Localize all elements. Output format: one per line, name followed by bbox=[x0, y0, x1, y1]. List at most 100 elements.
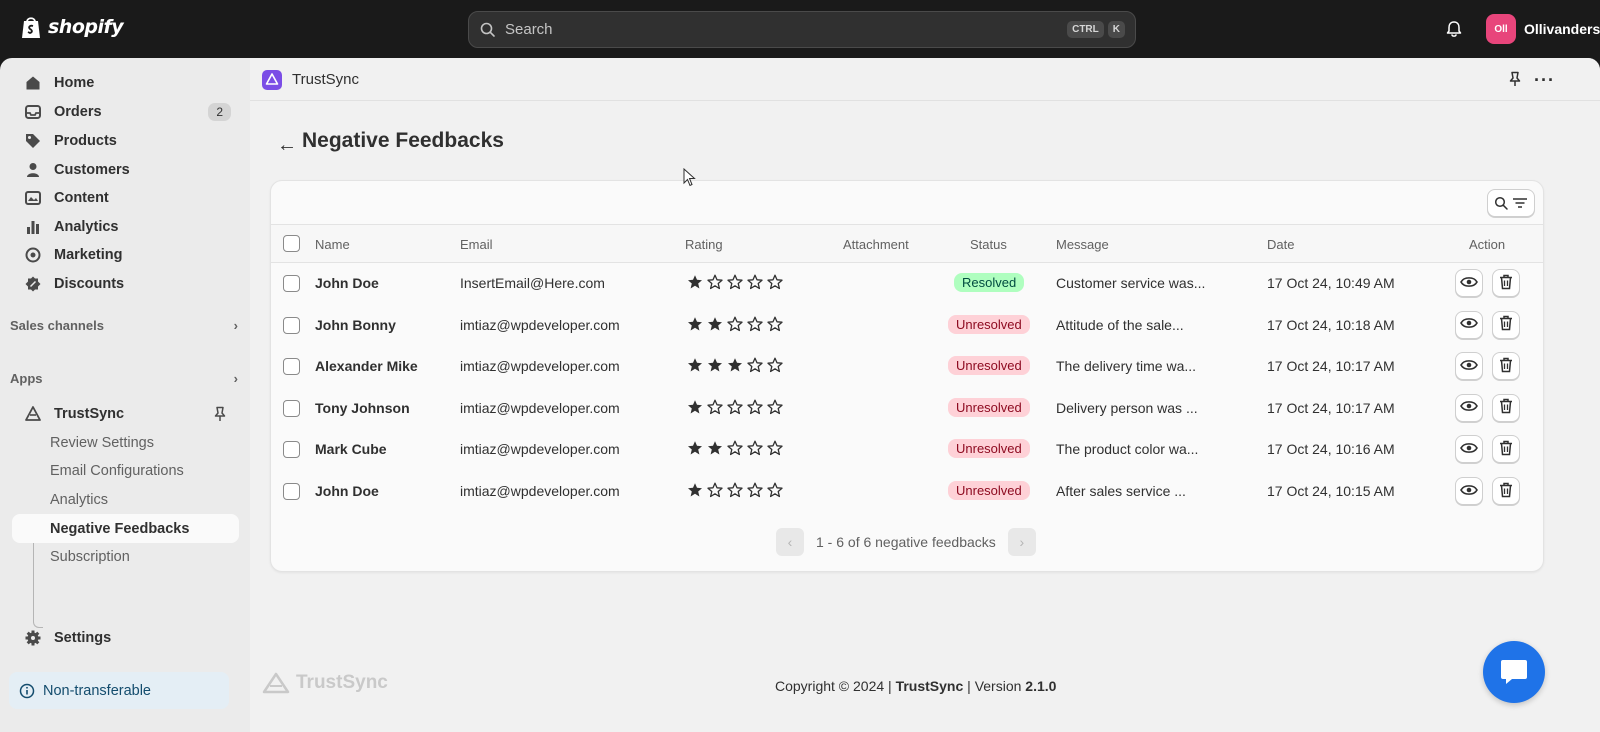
status-badge: Unresolved bbox=[948, 439, 1030, 459]
cell-name: Alexander Mike bbox=[315, 358, 418, 375]
table-row[interactable]: Alexander Mike imtiaz@wpdeveloper.com Unre… bbox=[271, 346, 1543, 387]
column-header-status[interactable]: Status bbox=[970, 237, 1007, 252]
delete-button[interactable] bbox=[1492, 435, 1520, 464]
row-checkbox[interactable] bbox=[283, 399, 300, 417]
cell-date: 17 Oct 24, 10:49 AM bbox=[1267, 275, 1395, 291]
footer-logo-text: TrustSync bbox=[296, 672, 388, 693]
sidebar-item-products[interactable]: Products bbox=[12, 126, 239, 155]
cell-name: Tony Johnson bbox=[315, 399, 410, 416]
star-empty-icon bbox=[767, 316, 783, 331]
delete-button[interactable] bbox=[1492, 477, 1520, 505]
chat-button[interactable] bbox=[1483, 641, 1545, 703]
sales-channels-section[interactable]: Sales channels › bbox=[10, 318, 238, 333]
star-empty-icon bbox=[707, 274, 723, 290]
column-header-name[interactable]: Name bbox=[315, 237, 350, 252]
app-title: TrustSync bbox=[292, 71, 359, 88]
view-button[interactable] bbox=[1455, 352, 1483, 381]
view-button[interactable] bbox=[1455, 310, 1483, 339]
sidebar-subitem-email-configurations[interactable]: Email Configurations bbox=[12, 456, 239, 485]
cell-email: imtiaz@wpdeveloper.com bbox=[460, 483, 620, 499]
search-filter-button[interactable] bbox=[1487, 189, 1535, 217]
sidebar-subitem-analytics[interactable]: Analytics bbox=[12, 485, 239, 514]
column-header-message[interactable]: Message bbox=[1056, 237, 1109, 252]
sidebar-item-label: TrustSync bbox=[54, 405, 125, 422]
sidebar-item-content[interactable]: Content bbox=[12, 183, 239, 212]
sidebar-subitem-review-settings[interactable]: Review Settings bbox=[12, 428, 239, 457]
sidebar-item-label: Content bbox=[54, 189, 109, 206]
star-empty-icon bbox=[767, 357, 783, 373]
star-empty-icon bbox=[747, 274, 763, 290]
previous-page-button[interactable]: ‹ bbox=[776, 528, 804, 556]
row-checkbox[interactable] bbox=[283, 316, 300, 334]
sidebar-item-marketing[interactable]: Marketing bbox=[12, 240, 239, 269]
sidebar-item-home[interactable]: Home bbox=[12, 68, 239, 97]
sidebar-item-customers[interactable]: Customers bbox=[12, 155, 239, 184]
next-page-button[interactable]: › bbox=[1007, 528, 1036, 556]
sidebar-item-trustsync[interactable]: TrustSync bbox=[12, 399, 239, 428]
column-header-email[interactable]: Email bbox=[460, 237, 493, 252]
target-icon bbox=[25, 247, 41, 262]
sidebar-item-analytics[interactable]: Analytics bbox=[12, 212, 239, 241]
shopify-logo[interactable]: shopify bbox=[20, 14, 124, 40]
cell-email: InsertEmail@Here.com bbox=[460, 275, 605, 291]
delete-button[interactable] bbox=[1492, 269, 1520, 297]
star-filled-icon bbox=[688, 483, 702, 497]
view-button[interactable] bbox=[1455, 269, 1483, 297]
sidebar-item-orders[interactable]: Orders 2 bbox=[12, 97, 239, 126]
status-badge: Unresolved bbox=[948, 356, 1030, 376]
star-filled-icon bbox=[688, 399, 702, 414]
sidebar-item-label: Home bbox=[54, 74, 95, 91]
table-row[interactable]: Mark Cube imtiaz@wpdeveloper.com Unresolve… bbox=[271, 429, 1543, 470]
bell-icon[interactable] bbox=[1444, 19, 1464, 39]
view-button[interactable] bbox=[1455, 393, 1483, 422]
mouse-cursor-icon bbox=[683, 168, 696, 187]
cell-date: 17 Oct 24, 10:18 AM bbox=[1267, 316, 1395, 333]
content-icon bbox=[25, 190, 41, 205]
cell-date: 17 Oct 24, 10:17 AM bbox=[1267, 399, 1395, 416]
cell-message: Delivery person was ... bbox=[1056, 399, 1198, 416]
row-checkbox[interactable] bbox=[283, 275, 300, 292]
non-transferable-banner[interactable]: Non-transferable bbox=[9, 672, 229, 709]
table-row[interactable]: Tony Johnson imtiaz@wpdeveloper.com Unreso… bbox=[271, 388, 1543, 429]
delete-button[interactable] bbox=[1492, 310, 1520, 339]
view-button[interactable] bbox=[1455, 477, 1483, 505]
pin-icon[interactable] bbox=[213, 406, 227, 422]
search-icon bbox=[1494, 196, 1508, 210]
back-arrow-icon[interactable]: ← bbox=[277, 134, 297, 157]
more-actions-icon[interactable]: ··· bbox=[1534, 70, 1555, 91]
table-toolbar bbox=[271, 181, 1543, 225]
star-empty-icon bbox=[767, 399, 783, 414]
select-all-checkbox[interactable] bbox=[283, 235, 300, 252]
view-button[interactable] bbox=[1455, 435, 1483, 464]
star-filled-icon bbox=[708, 358, 722, 372]
table-row[interactable]: John Doe imtiaz@wpdeveloper.com Unresolved… bbox=[271, 471, 1543, 512]
eye-icon bbox=[1460, 358, 1478, 375]
sidebar-item-discounts[interactable]: Discounts bbox=[12, 269, 239, 298]
trustsync-icon bbox=[25, 405, 41, 421]
row-checkbox[interactable] bbox=[283, 358, 300, 376]
sidebar-item-label: Customers bbox=[54, 161, 130, 178]
non-transferable-label: Non-transferable bbox=[43, 682, 151, 699]
table-row[interactable]: John Doe InsertEmail@Here.com Resolved Cust… bbox=[271, 263, 1543, 304]
row-checkbox[interactable] bbox=[283, 441, 300, 459]
table-row[interactable]: John Bonny imtiaz@wpdeveloper.com Unresolv… bbox=[271, 305, 1543, 346]
orders-count-badge: 2 bbox=[208, 102, 231, 121]
shortcut-ctrl: CTRL bbox=[1067, 21, 1104, 38]
pin-icon[interactable] bbox=[1508, 71, 1522, 87]
delete-button[interactable] bbox=[1492, 352, 1520, 381]
column-header-attachment[interactable]: Attachment bbox=[843, 237, 909, 252]
row-checkbox[interactable] bbox=[283, 483, 300, 500]
search-bar[interactable]: CTRL K bbox=[468, 11, 1136, 48]
column-header-date[interactable]: Date bbox=[1267, 237, 1294, 252]
shopify-bag-icon bbox=[22, 17, 40, 38]
store-menu[interactable]: Oll Ollivanders bbox=[1486, 14, 1600, 44]
cell-date: 17 Oct 24, 10:15 AM bbox=[1267, 483, 1395, 499]
cell-message: Attitude of the sale... bbox=[1056, 316, 1184, 333]
delete-button[interactable] bbox=[1492, 393, 1520, 422]
sidebar-subitem-negative-feedbacks[interactable]: Negative Feedbacks bbox=[12, 514, 239, 543]
column-header-rating[interactable]: Rating bbox=[685, 237, 723, 252]
apps-section[interactable]: Apps › bbox=[10, 371, 238, 386]
sidebar-subitem-subscription[interactable]: Subscription bbox=[12, 542, 239, 571]
search-input[interactable] bbox=[505, 21, 1064, 38]
sidebar-item-settings[interactable]: Settings bbox=[12, 623, 239, 652]
